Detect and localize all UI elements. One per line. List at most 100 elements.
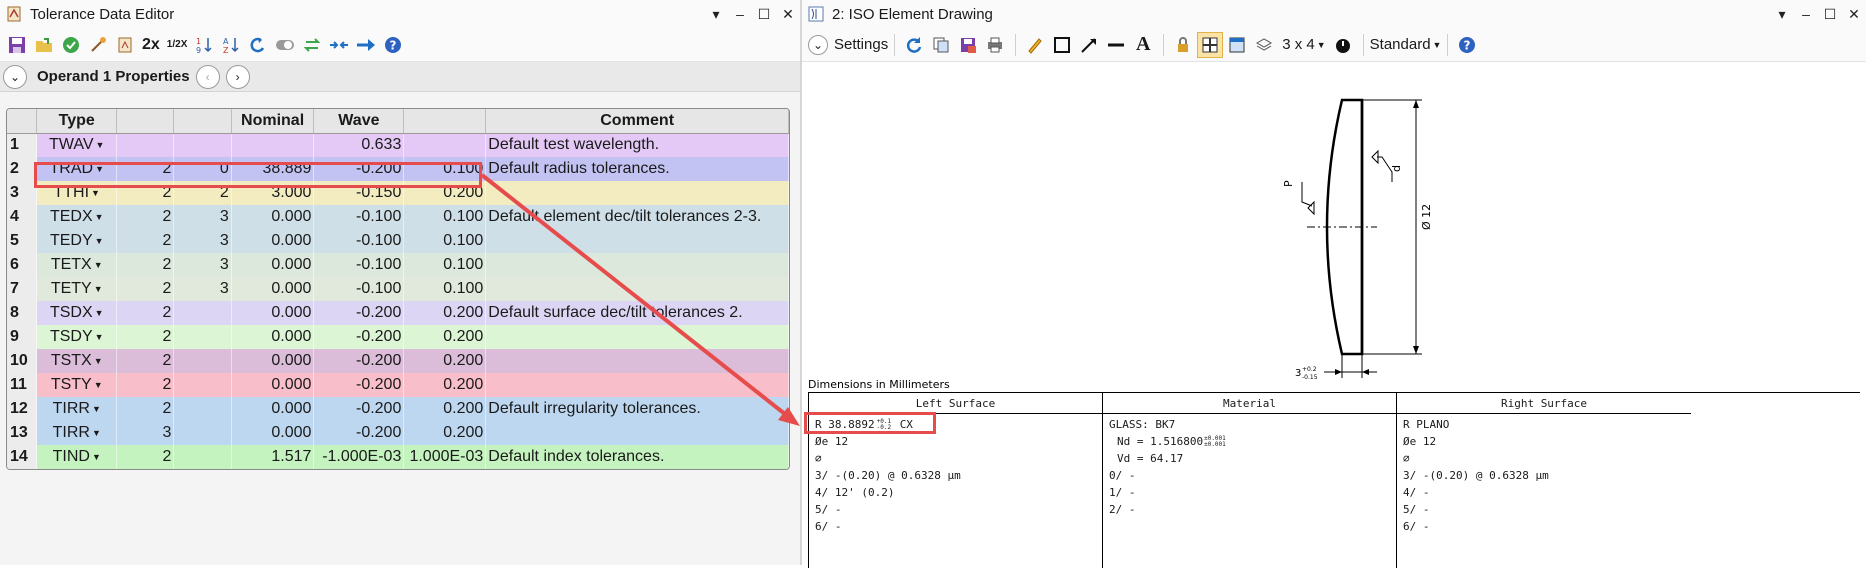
grid-cell-nominal[interactable]: 0.000: [231, 277, 315, 301]
comment-cell[interactable]: Default surface dec/tilt tolerances 2.: [485, 301, 789, 325]
arrow-line-icon[interactable]: [1076, 32, 1102, 58]
table-row[interactable]: 9 TSDY ▼ 2 0.000 -0.200 0.200: [7, 325, 789, 349]
pencil-icon[interactable]: [1022, 32, 1048, 58]
table-row[interactable]: 11 TSTY ▼ 2 0.000 -0.200 0.200: [7, 373, 789, 397]
open-folder-icon[interactable]: [31, 32, 57, 58]
left-maximize-button[interactable]: ☐: [752, 6, 776, 23]
lock-icon[interactable]: [1170, 32, 1196, 58]
text-icon[interactable]: A: [1130, 32, 1156, 58]
grid-cell-c5[interactable]: 0.200: [403, 349, 487, 373]
grid-cell-nominal[interactable]: 0.000: [231, 349, 315, 373]
table-row[interactable]: 14 TIND ▼ 2 1.517 -1.000E-03 1.000E-03 Default …: [7, 445, 789, 469]
grid-cell-c2[interactable]: 3: [173, 229, 232, 253]
left-minimize-button[interactable]: –: [728, 6, 752, 22]
comment-cell[interactable]: Default irregularity tolerances.: [485, 397, 789, 421]
comment-cell[interactable]: [485, 277, 789, 301]
prev-operand-button[interactable]: ‹: [195, 64, 220, 89]
grid-cell-c2[interactable]: [173, 421, 232, 445]
grid-cell-nominal[interactable]: 1.517: [231, 445, 315, 469]
grid-cell-c4[interactable]: -0.200: [313, 421, 405, 445]
row-number[interactable]: 3: [7, 181, 38, 205]
grid-cell-c2[interactable]: 3: [173, 277, 232, 301]
grid-view-icon[interactable]: [1197, 31, 1224, 58]
comment-cell[interactable]: Default test wavelength.: [485, 133, 789, 157]
grid-cell-c4[interactable]: -0.200: [313, 301, 405, 325]
operand-type-cell[interactable]: TIRR ▼: [36, 421, 118, 445]
layers-icon[interactable]: [1251, 32, 1277, 58]
row-number[interactable]: 7: [7, 277, 38, 301]
grid-cell-c1[interactable]: 2: [116, 397, 175, 421]
grid-cell-nominal[interactable]: 0.000: [231, 301, 315, 325]
sync-arrows-icon[interactable]: [299, 32, 325, 58]
table-row[interactable]: 6 TETX ▼ 2 3 0.000 -0.100 0.100: [7, 253, 789, 277]
comment-cell[interactable]: Default radius tolerances.: [485, 157, 789, 181]
layout-select[interactable]: 3 x 4 ▼: [1282, 36, 1325, 53]
row-number[interactable]: 14: [7, 445, 38, 469]
grid-cell-nominal[interactable]: 0.000: [231, 421, 315, 445]
operand-type-cell[interactable]: TIRR ▼: [36, 397, 118, 421]
grid-cell-c1[interactable]: 2: [116, 373, 175, 397]
sort-alpha-icon[interactable]: AZ: [218, 32, 244, 58]
grid-cell-c2[interactable]: [173, 373, 232, 397]
caret-down-icon[interactable]: ▼: [95, 212, 104, 222]
caret-down-icon[interactable]: ▼: [94, 260, 103, 270]
grid-cell-nominal[interactable]: 0.000: [231, 229, 315, 253]
row-number[interactable]: 12: [7, 397, 38, 421]
caret-down-icon[interactable]: ▼: [92, 428, 101, 438]
grid-cell-c1[interactable]: 2: [116, 301, 175, 325]
comment-cell[interactable]: [485, 253, 789, 277]
grid-cell-c5[interactable]: 0.200: [403, 301, 487, 325]
style-select[interactable]: Standard ▼: [1370, 36, 1442, 53]
caret-down-icon[interactable]: ▼: [96, 140, 105, 150]
grid-cell-c4[interactable]: -0.100: [313, 229, 405, 253]
operand-type-cell[interactable]: TSDY ▼: [36, 325, 118, 349]
grid-cell-c4[interactable]: -0.200: [313, 397, 405, 421]
column-header[interactable]: Wave: [313, 109, 405, 134]
row-number[interactable]: 5: [7, 229, 38, 253]
caret-down-icon[interactable]: ▼: [92, 452, 101, 462]
grid-cell-c5[interactable]: 0.100: [403, 205, 487, 229]
row-number[interactable]: 2: [7, 157, 38, 181]
right-maximize-button[interactable]: ☐: [1818, 6, 1842, 23]
left-dropdown-button[interactable]: ▾: [704, 6, 728, 23]
grid-cell-c1[interactable]: 2: [116, 253, 175, 277]
window-layout-icon[interactable]: [1224, 32, 1250, 58]
line-icon[interactable]: [1103, 32, 1129, 58]
grid-cell-c2[interactable]: [173, 325, 232, 349]
grid-cell-c1[interactable]: 2: [116, 205, 175, 229]
grid-cell-c2[interactable]: 3: [173, 205, 232, 229]
right-dropdown-button[interactable]: ▾: [1770, 6, 1794, 23]
grid-cell-c2[interactable]: [173, 133, 232, 157]
operand-type-cell[interactable]: TSDX ▼: [36, 301, 118, 325]
copy-icon[interactable]: [928, 32, 954, 58]
column-header[interactable]: Type: [36, 109, 118, 134]
grid-cell-c4[interactable]: -1.000E-03: [313, 445, 405, 469]
row-number[interactable]: 6: [7, 253, 38, 277]
comment-cell[interactable]: [485, 229, 789, 253]
help-icon[interactable]: ?: [380, 32, 406, 58]
grid-cell-nominal[interactable]: 0.000: [231, 373, 315, 397]
row-number[interactable]: 9: [7, 325, 38, 349]
collapse-button[interactable]: ⌄: [3, 64, 27, 89]
row-number[interactable]: 8: [7, 301, 38, 325]
grid-cell-c5[interactable]: 0.100: [403, 229, 487, 253]
table-row[interactable]: 10 TSTX ▼ 2 0.000 -0.200 0.200: [7, 349, 789, 373]
column-header[interactable]: [7, 109, 38, 134]
grid-cell-c2[interactable]: [173, 349, 232, 373]
wizard-icon[interactable]: [85, 32, 111, 58]
export-icon[interactable]: [955, 32, 981, 58]
grid-cell-c4[interactable]: -0.200: [313, 373, 405, 397]
operand-type-cell[interactable]: TEDY ▼: [36, 229, 118, 253]
column-header[interactable]: Comment: [485, 109, 789, 134]
table-row[interactable]: 7 TETY ▼ 2 3 0.000 -0.100 0.100: [7, 277, 789, 301]
grid-cell-c1[interactable]: [116, 133, 175, 157]
table-row[interactable]: 13 TIRR ▼ 3 0.000 -0.200 0.200: [7, 421, 789, 445]
caret-down-icon[interactable]: ▼: [95, 236, 104, 246]
operand-type-cell[interactable]: TETY ▼: [36, 277, 118, 301]
grid-cell-c1[interactable]: 3: [116, 421, 175, 445]
grid-cell-nominal[interactable]: 0.000: [231, 325, 315, 349]
grid-cell-c4[interactable]: -0.100: [313, 277, 405, 301]
comment-cell[interactable]: [485, 373, 789, 397]
operand-properties-label[interactable]: Operand 1 Properties: [37, 68, 190, 85]
print-icon[interactable]: [982, 32, 1008, 58]
